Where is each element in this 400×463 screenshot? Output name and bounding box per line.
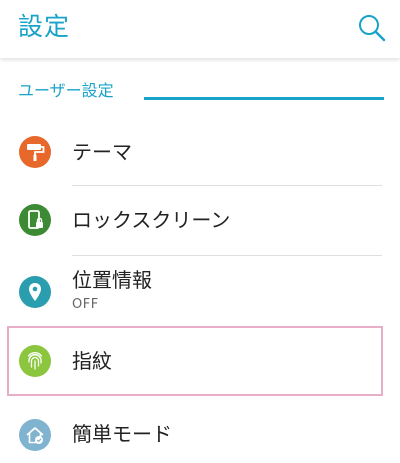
settings-item-easy-mode[interactable]: 簡単モード — [0, 404, 400, 463]
location-pin-icon — [19, 276, 51, 308]
page-title: 設定 — [18, 12, 71, 41]
settings-item-theme[interactable]: テーマ — [0, 124, 400, 186]
settings-item-lock-screen[interactable]: ロックスクリーン — [0, 186, 400, 255]
app-bar: 設定 — [0, 0, 400, 58]
section-title: ユーザー設定 — [18, 80, 118, 102]
settings-item-label: 位置情報 — [72, 268, 152, 292]
settings-item-label: テーマ — [72, 140, 132, 164]
settings-item-label: ロックスクリーン — [72, 208, 231, 232]
phone-lock-icon — [19, 204, 51, 236]
settings-item-status: OFF — [72, 297, 99, 312]
section-divider-line — [144, 97, 384, 100]
settings-item-label: 指紋 — [72, 349, 112, 373]
settings-item-label: 簡単モード — [72, 422, 172, 446]
settings-item-location[interactable]: 位置情報 OFF — [0, 256, 400, 326]
paint-roller-icon — [19, 136, 51, 168]
search-icon[interactable] — [356, 12, 388, 44]
settings-item-fingerprint[interactable]: 指紋 — [0, 326, 400, 396]
section-header-user-settings: ユーザー設定 — [0, 78, 400, 104]
easy-home-icon — [19, 419, 51, 451]
fingerprint-icon — [19, 345, 51, 377]
